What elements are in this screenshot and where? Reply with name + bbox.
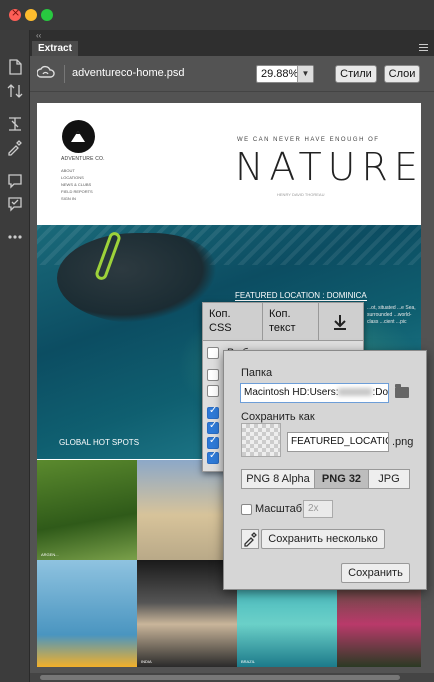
eyedropper-tool-icon[interactable] [6, 138, 24, 156]
horizontal-scrollbar[interactable] [30, 673, 434, 682]
comment-icon[interactable] [6, 172, 24, 190]
save-as-label: Сохранить как [241, 411, 315, 423]
layer-checkbox[interactable] [207, 385, 219, 397]
measure-icon[interactable] [6, 115, 24, 133]
layer-checkbox[interactable] [207, 420, 219, 434]
site-nav-item[interactable]: ABOUT [61, 167, 93, 174]
minimize-window-button[interactable] [25, 9, 37, 21]
download-icon[interactable] [331, 313, 349, 331]
tab-extract[interactable]: Extract [32, 41, 78, 56]
snorkeler-figure [57, 233, 217, 323]
gallery-photo[interactable]: ARGEN... [37, 460, 137, 560]
format-png8-alpha[interactable]: PNG 8 Alpha [241, 469, 315, 489]
zoom-window-button[interactable] [41, 9, 53, 21]
redacted-username [338, 388, 373, 397]
site-nav-item[interactable]: NEWS & CLUBS [61, 181, 93, 188]
site-nav-item[interactable]: SIGN IN [61, 195, 93, 202]
creative-cloud-icon [37, 65, 55, 78]
site-nav-item[interactable]: FIELD REPORTS [61, 188, 93, 195]
scale-checkbox[interactable] [241, 504, 252, 515]
layer-checkbox[interactable] [207, 369, 219, 381]
copy-options-header: Коп. CSS Коп. текст [203, 303, 363, 341]
collapse-panel-icon[interactable]: ‹‹ [36, 31, 41, 40]
folder-path-prefix: Macintosh HD:Users: [244, 387, 339, 398]
copy-css-button[interactable]: Коп. CSS [203, 303, 263, 341]
site-nav: ABOUT LOCATIONS NEWS & CLUBS FIELD REPOR… [61, 167, 93, 202]
gallery-caption: BRAZIL [241, 659, 256, 664]
site-nav-item[interactable]: LOCATIONS [61, 174, 93, 181]
site-headline[interactable]: NATURE [235, 145, 421, 189]
more-options-icon[interactable] [6, 228, 24, 246]
layer-checkbox[interactable] [207, 435, 219, 449]
eyedropper-button[interactable] [241, 529, 259, 549]
site-tagline[interactable]: WE CAN NEVER HAVE ENOUGH OF [237, 137, 379, 143]
quote-author[interactable]: HENRY DAVID THOREAU [277, 192, 325, 197]
eyedropper-icon [244, 532, 257, 547]
scale-value-input[interactable]: 2x [303, 500, 333, 518]
copy-text-button[interactable]: Коп. текст [263, 303, 319, 341]
close-window-button[interactable] [9, 6, 21, 21]
select-all-checkbox[interactable] [207, 347, 219, 359]
zoom-dropdown-chevron-icon[interactable]: ▼ [297, 66, 313, 82]
panel-tab-bar: ‹‹ Extract [30, 30, 434, 56]
gallery-photo[interactable] [37, 560, 137, 667]
gallery-title[interactable]: GLOBAL HOT SPOTS [59, 438, 139, 447]
document-icon[interactable] [6, 58, 24, 76]
styles-button[interactable]: Стили [335, 65, 377, 83]
mountain-logo-icon [71, 131, 85, 142]
filename-input[interactable]: FEATURED_LOCATION [287, 432, 389, 452]
layer-checkbox[interactable] [207, 405, 219, 419]
sort-arrows-icon[interactable] [6, 82, 24, 100]
file-extension: .png [392, 436, 414, 448]
gallery-caption: ARGEN... [41, 552, 59, 557]
left-toolbar [0, 30, 30, 682]
comment-check-icon[interactable] [6, 195, 24, 213]
asset-thumbnail [241, 423, 281, 457]
window-title-bar [0, 0, 434, 30]
scale-label: Масштаб [255, 503, 303, 515]
gallery-photo[interactable] [137, 460, 237, 560]
folder-icon[interactable] [395, 384, 409, 398]
panel-menu-icon[interactable] [419, 44, 428, 51]
adventure-logo[interactable] [62, 120, 95, 153]
document-filename: adventureco-home.psd [72, 67, 185, 79]
document-header: adventureco-home.psd 29.88% ▼ Стили Слои [30, 56, 434, 92]
hero-side-text[interactable]: ...ot, situated ...e Sea, surrounded ...… [367, 305, 421, 326]
layer-checkbox[interactable] [207, 450, 219, 464]
gallery-caption: INDIA [141, 659, 152, 664]
folder-path-suffix: :Docu [372, 387, 389, 398]
folder-label: Папка [241, 367, 273, 379]
gallery-photo[interactable]: INDIA [137, 560, 237, 667]
format-jpg[interactable]: JPG [368, 469, 410, 489]
featured-location-text[interactable]: FEATURED LOCATION : DOMINICA [235, 291, 367, 301]
export-asset-panel: Папка Macintosh HD:Users: :Docu Сохранить… [223, 350, 427, 590]
layers-button[interactable]: Слои [384, 65, 420, 83]
scrollbar-thumb[interactable] [40, 675, 400, 680]
save-multiple-button[interactable]: Сохранить несколько [261, 529, 385, 549]
format-png32[interactable]: PNG 32 [314, 469, 369, 489]
header-divider [64, 65, 65, 83]
folder-path-input[interactable]: Macintosh HD:Users: :Docu [240, 383, 389, 403]
logo-text: ADVENTURE CO. [61, 156, 105, 162]
save-button[interactable]: Сохранить [341, 563, 410, 583]
